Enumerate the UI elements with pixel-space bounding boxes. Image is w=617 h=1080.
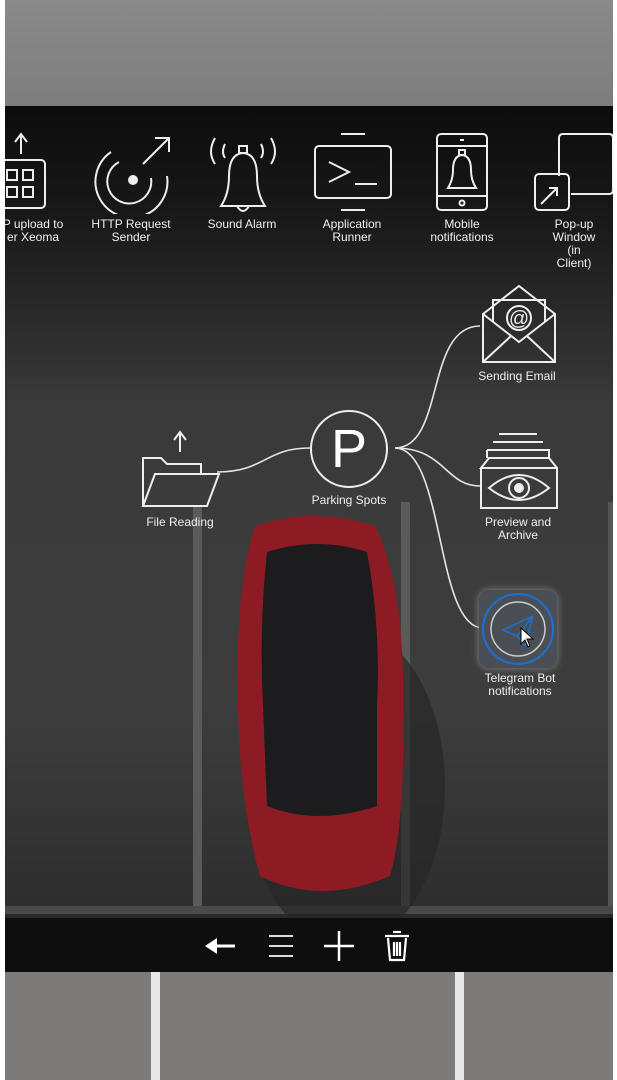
- preview-archive-label[interactable]: Preview and Archive: [485, 516, 551, 542]
- file-reading-label[interactable]: File Reading: [146, 516, 213, 529]
- camera-background-bottom: [5, 972, 613, 1080]
- file-reading-icon[interactable]: [139, 430, 221, 510]
- palette-label-sound-alarm[interactable]: Sound Alarm: [208, 218, 277, 231]
- back-arrow-icon[interactable]: [203, 928, 239, 964]
- parking-spots-module[interactable]: P: [310, 410, 388, 488]
- parking-spots-label[interactable]: Parking Spots: [312, 494, 387, 507]
- bottom-toolbar: [5, 918, 613, 972]
- application-runner-icon[interactable]: [311, 132, 395, 214]
- plus-icon[interactable]: [321, 928, 357, 964]
- email-icon[interactable]: @: [481, 284, 557, 366]
- palette-label-ftp-upload[interactable]: P upload to er Xeoma: [5, 218, 63, 244]
- preview-archive-icon[interactable]: [479, 432, 559, 510]
- trash-icon[interactable]: [379, 928, 415, 964]
- ftp-upload-icon[interactable]: [5, 132, 50, 214]
- telegram-bot-module[interactable]: [479, 590, 557, 668]
- popup-window-icon[interactable]: [531, 132, 613, 214]
- sound-alarm-icon[interactable]: [201, 132, 285, 214]
- palette-label-http-request[interactable]: HTTP Request Sender: [91, 218, 170, 244]
- telegram-bot-label[interactable]: Telegram Bot notifications: [485, 672, 556, 698]
- mobile-notifications-icon[interactable]: [433, 132, 493, 214]
- menu-icon[interactable]: [263, 928, 299, 964]
- sending-email-label[interactable]: Sending Email: [478, 370, 555, 383]
- palette-label-mobile-notifications[interactable]: Mobile notifications: [430, 218, 493, 244]
- telegram-icon: [482, 593, 554, 665]
- svg-text:@: @: [509, 308, 529, 330]
- camera-background-top: [5, 0, 613, 106]
- module-chain-panel: P upload to er Xeoma HTTP Request Sender…: [5, 106, 613, 972]
- palette-label-popup-window[interactable]: Pop-up Window (in Client): [553, 218, 596, 270]
- http-request-icon[interactable]: [91, 132, 175, 214]
- palette-label-application-runner[interactable]: Application Runner: [323, 218, 382, 244]
